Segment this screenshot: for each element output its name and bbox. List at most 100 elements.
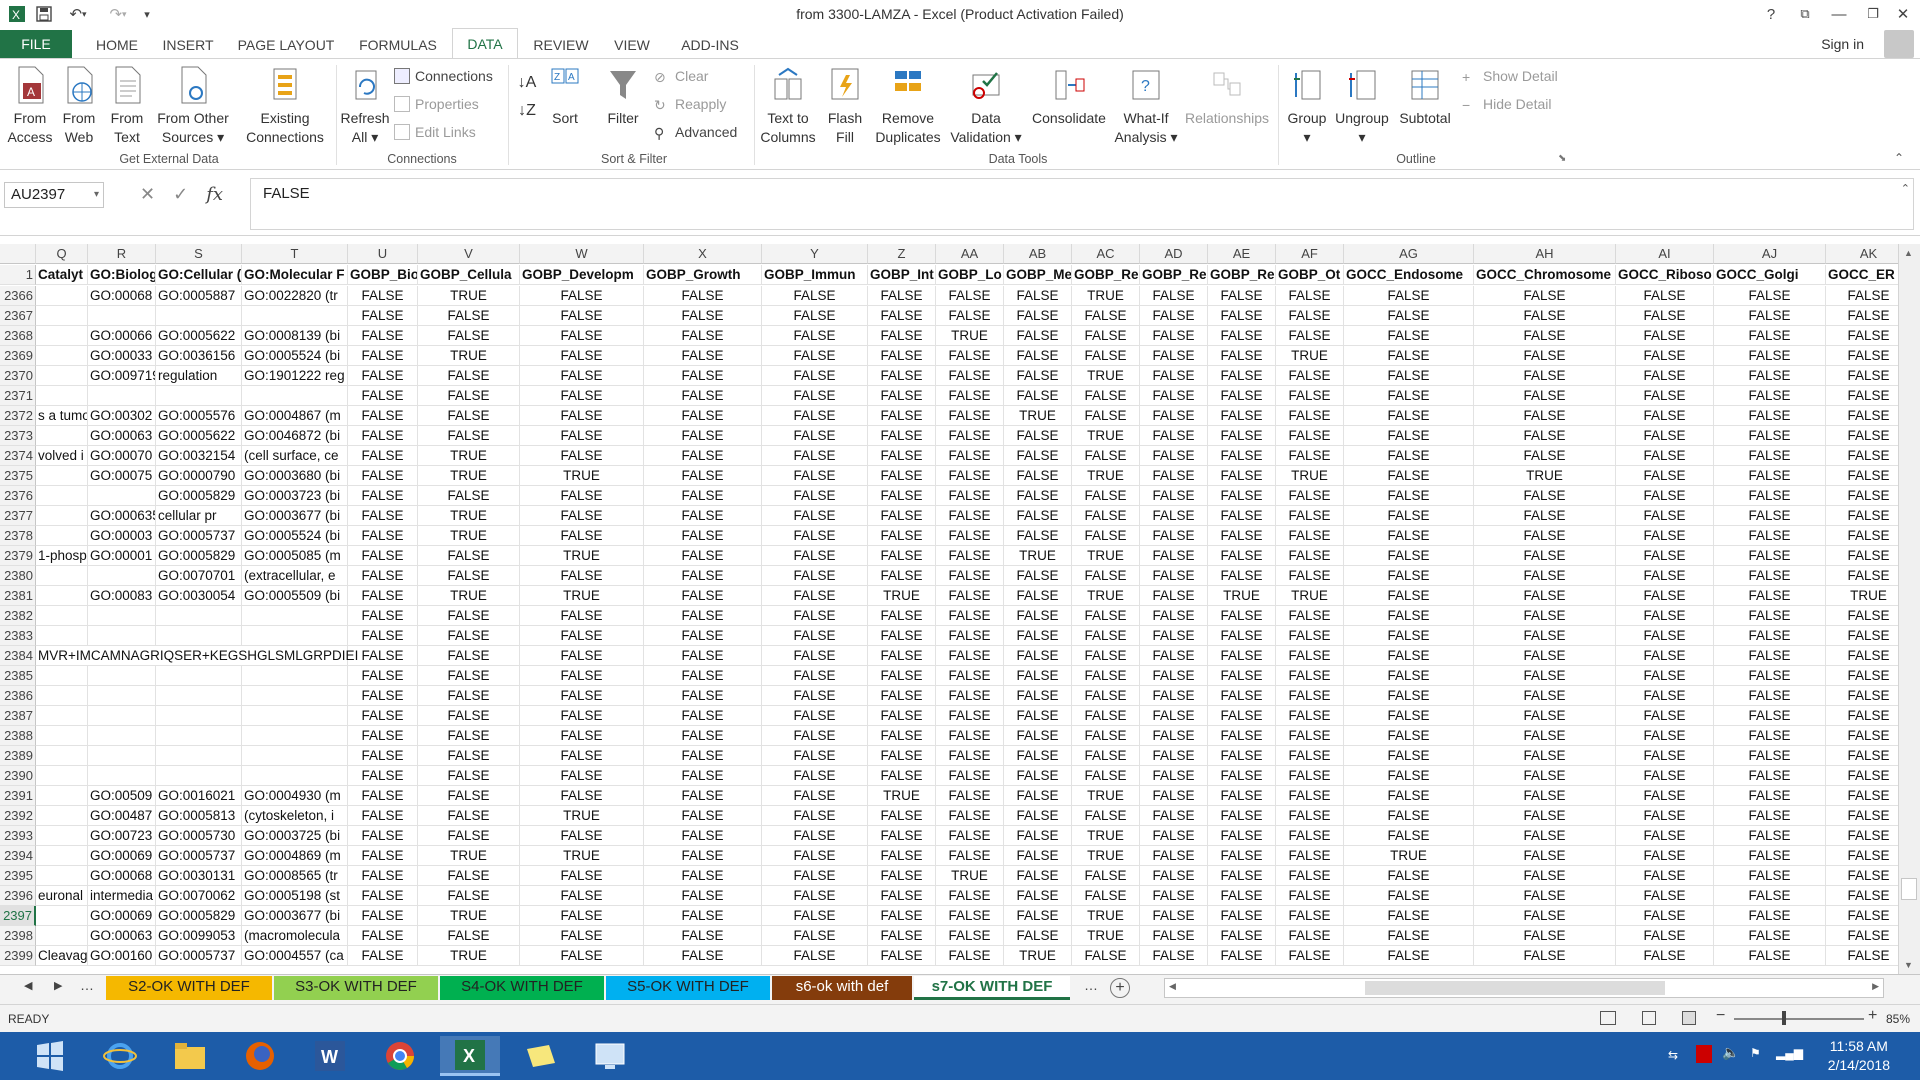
group-button[interactable]: Group ▾: [1284, 65, 1330, 147]
horizontal-scroll-thumb[interactable]: [1365, 981, 1665, 995]
bool-cell[interactable]: FALSE: [1616, 446, 1714, 466]
bool-cell[interactable]: FALSE: [1826, 846, 1898, 866]
column-header-ac[interactable]: AC: [1072, 244, 1140, 264]
bool-cell[interactable]: FALSE: [1072, 566, 1140, 586]
bool-cell[interactable]: FALSE: [1344, 686, 1474, 706]
bool-cell[interactable]: FALSE: [762, 306, 868, 326]
bool-cell[interactable]: FALSE: [1004, 366, 1072, 386]
row-header[interactable]: 2376: [0, 486, 36, 506]
bool-cell[interactable]: FALSE: [868, 346, 936, 366]
text-cell[interactable]: [88, 766, 156, 786]
text-cell[interactable]: [88, 486, 156, 506]
bool-cell[interactable]: FALSE: [1208, 466, 1276, 486]
bool-cell[interactable]: FALSE: [936, 406, 1004, 426]
bool-cell[interactable]: FALSE: [348, 746, 418, 766]
bool-cell[interactable]: FALSE: [762, 606, 868, 626]
bool-cell[interactable]: TRUE: [1004, 946, 1072, 966]
bool-cell[interactable]: FALSE: [1714, 786, 1826, 806]
bool-cell[interactable]: FALSE: [936, 746, 1004, 766]
bool-cell[interactable]: FALSE: [418, 546, 520, 566]
bool-cell[interactable]: FALSE: [1616, 306, 1714, 326]
row-header[interactable]: 2379: [0, 546, 36, 566]
text-cell[interactable]: GO:0005576: [156, 406, 242, 426]
bool-cell[interactable]: FALSE: [1474, 446, 1616, 466]
header-cell[interactable]: GOBP_Bio: [348, 265, 418, 285]
bool-cell[interactable]: FALSE: [868, 726, 936, 746]
bool-cell[interactable]: FALSE: [520, 606, 644, 626]
bool-cell[interactable]: FALSE: [520, 646, 644, 666]
text-cell[interactable]: [156, 726, 242, 746]
bool-cell[interactable]: TRUE: [418, 446, 520, 466]
bool-cell[interactable]: FALSE: [1714, 526, 1826, 546]
bool-cell[interactable]: TRUE: [868, 786, 936, 806]
bool-cell[interactable]: TRUE: [1276, 586, 1344, 606]
bool-cell[interactable]: FALSE: [1474, 606, 1616, 626]
bool-cell[interactable]: FALSE: [1344, 446, 1474, 466]
bool-cell[interactable]: FALSE: [1616, 666, 1714, 686]
bool-cell[interactable]: FALSE: [936, 686, 1004, 706]
bool-cell[interactable]: FALSE: [868, 706, 936, 726]
header-cell[interactable]: GOBP_Re: [1208, 265, 1276, 285]
bool-cell[interactable]: TRUE: [1072, 366, 1140, 386]
bool-cell[interactable]: FALSE: [1616, 526, 1714, 546]
bool-cell[interactable]: FALSE: [868, 366, 936, 386]
row-header[interactable]: 2374: [0, 446, 36, 466]
bool-cell[interactable]: FALSE: [644, 526, 762, 546]
bool-cell[interactable]: FALSE: [1826, 686, 1898, 706]
bool-cell[interactable]: FALSE: [1072, 306, 1140, 326]
row-header[interactable]: 2392: [0, 806, 36, 826]
confirm-entry-icon[interactable]: ✓: [173, 184, 188, 206]
bool-cell[interactable]: FALSE: [1826, 506, 1898, 526]
bool-cell[interactable]: FALSE: [1616, 546, 1714, 566]
scroll-right-icon[interactable]: ▶: [1872, 981, 1879, 992]
text-cell[interactable]: GO:0030054: [156, 586, 242, 606]
text-cell[interactable]: [36, 866, 88, 886]
bool-cell[interactable]: FALSE: [1344, 926, 1474, 946]
row-header[interactable]: 2382: [0, 606, 36, 626]
from-access-button[interactable]: A From Access: [4, 65, 56, 147]
bool-cell[interactable]: FALSE: [1826, 906, 1898, 926]
bool-cell[interactable]: TRUE: [1276, 466, 1344, 486]
column-header-ai[interactable]: AI: [1616, 244, 1714, 264]
bool-cell[interactable]: FALSE: [1344, 946, 1474, 966]
bool-cell[interactable]: FALSE: [1344, 606, 1474, 626]
bool-cell[interactable]: FALSE: [1616, 366, 1714, 386]
text-cell[interactable]: [88, 566, 156, 586]
bool-cell[interactable]: FALSE: [348, 866, 418, 886]
bool-cell[interactable]: FALSE: [1140, 886, 1208, 906]
bool-cell[interactable]: FALSE: [1276, 406, 1344, 426]
bool-cell[interactable]: TRUE: [1826, 586, 1898, 606]
column-header-t[interactable]: T: [242, 244, 348, 264]
bool-cell[interactable]: FALSE: [418, 666, 520, 686]
column-header-y[interactable]: Y: [762, 244, 868, 264]
bool-cell[interactable]: FALSE: [418, 746, 520, 766]
bool-cell[interactable]: FALSE: [1208, 406, 1276, 426]
bool-cell[interactable]: FALSE: [762, 366, 868, 386]
bool-cell[interactable]: FALSE: [1616, 286, 1714, 306]
bool-cell[interactable]: FALSE: [1140, 906, 1208, 926]
bool-cell[interactable]: FALSE: [1344, 826, 1474, 846]
bool-cell[interactable]: FALSE: [348, 846, 418, 866]
bool-cell[interactable]: FALSE: [762, 806, 868, 826]
bool-cell[interactable]: FALSE: [1072, 866, 1140, 886]
bool-cell[interactable]: FALSE: [644, 366, 762, 386]
text-cell[interactable]: [36, 526, 88, 546]
bool-cell[interactable]: FALSE: [762, 926, 868, 946]
text-cell[interactable]: [156, 766, 242, 786]
text-cell[interactable]: intermedia: [88, 886, 156, 906]
header-cell[interactable]: GOCC_Riboso: [1616, 265, 1714, 285]
bool-cell[interactable]: FALSE: [418, 366, 520, 386]
bool-cell[interactable]: FALSE: [1474, 906, 1616, 926]
file-explorer-icon[interactable]: [160, 1036, 220, 1076]
bool-cell[interactable]: FALSE: [1714, 646, 1826, 666]
row-header[interactable]: 2377: [0, 506, 36, 526]
text-cell[interactable]: [242, 746, 348, 766]
bool-cell[interactable]: FALSE: [1072, 346, 1140, 366]
row-header[interactable]: 2397: [0, 906, 36, 926]
text-cell[interactable]: GO:0006352: [88, 506, 156, 526]
bool-cell[interactable]: FALSE: [1344, 406, 1474, 426]
bool-cell[interactable]: FALSE: [644, 306, 762, 326]
text-cell[interactable]: [242, 666, 348, 686]
bool-cell[interactable]: FALSE: [1474, 506, 1616, 526]
bool-cell[interactable]: FALSE: [1140, 446, 1208, 466]
